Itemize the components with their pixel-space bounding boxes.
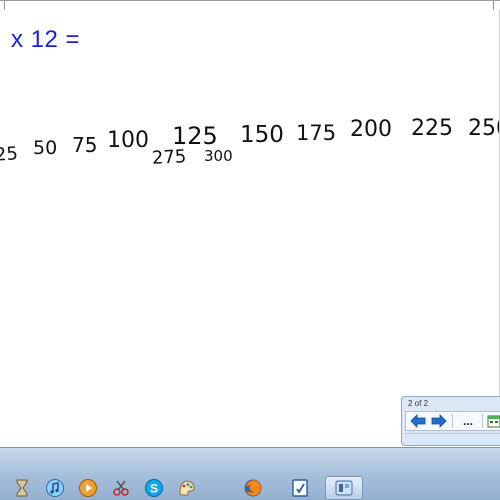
hourglass-icon — [16, 479, 28, 497]
taskbar-snipping-tool[interactable] — [106, 476, 136, 500]
ink-number-100: 100 — [107, 128, 149, 153]
ink-number-300: 300 — [204, 147, 233, 165]
ink-number-225: 225 — [411, 116, 453, 141]
taskbar: S — [0, 447, 500, 500]
back-button[interactable] — [409, 413, 427, 429]
calendar-button[interactable] — [485, 413, 500, 429]
top-border — [0, 0, 500, 1]
taskbar-gadget[interactable] — [325, 476, 363, 500]
ink-number-275: 275 — [151, 146, 187, 169]
svg-text:S: S — [150, 482, 158, 496]
more-icon: ... — [462, 414, 473, 428]
ink-number-50: 50 — [33, 137, 58, 159]
ink-number-175: 175 — [296, 121, 337, 145]
ink-number-150: 150 — [240, 122, 284, 148]
taskbar-hourglass[interactable] — [7, 476, 37, 500]
firefox-icon — [244, 479, 262, 497]
toolbar-footer — [405, 433, 500, 444]
taskbar-notebook[interactable] — [285, 476, 315, 500]
itunes-icon — [46, 479, 64, 497]
toolbar-separator — [452, 414, 453, 428]
back-arrow-icon — [410, 414, 426, 428]
forward-button[interactable] — [430, 413, 448, 429]
taskbar-itunes[interactable] — [40, 476, 70, 500]
taskbar-skype[interactable]: S — [139, 476, 169, 500]
notebook-icon — [292, 479, 308, 497]
gadget-icon — [335, 480, 353, 496]
taskbar-firefox[interactable] — [238, 476, 268, 500]
typed-equation: x 12 = — [11, 26, 81, 53]
taskbar-media-player[interactable] — [73, 476, 103, 500]
toolbar-button-row: ... — [405, 411, 500, 431]
snipping-tool-icon — [113, 480, 129, 496]
ink-number-250: 250 — [468, 116, 500, 141]
whiteboard-canvas[interactable]: x 12 = 25 50 75 100 125 150 175 200 225 … — [0, 0, 500, 447]
paint-icon — [179, 480, 195, 496]
ink-number-200: 200 — [350, 117, 392, 142]
toolbar-separator — [482, 414, 483, 428]
skype-icon: S — [145, 479, 163, 497]
taskbar-paint[interactable] — [172, 476, 202, 500]
media-player-icon — [79, 479, 97, 497]
floating-toolbar: 2 of 2 ... — [401, 396, 500, 446]
more-button[interactable]: ... — [456, 413, 480, 429]
corner-mark-left — [4, 0, 5, 10]
calendar-icon — [487, 415, 500, 428]
ink-number-75: 75 — [72, 133, 98, 157]
page-indicator: 2 of 2 — [408, 399, 429, 408]
forward-arrow-icon — [431, 414, 447, 428]
ink-number-25: 25 — [0, 143, 19, 166]
corner-mark-right — [493, 0, 494, 10]
